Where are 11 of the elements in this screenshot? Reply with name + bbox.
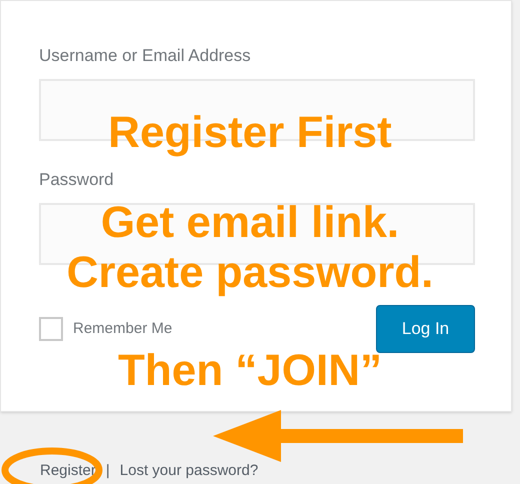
link-separator: | [106, 461, 110, 481]
login-button[interactable]: Log In [376, 305, 475, 353]
arrow-icon [213, 410, 465, 462]
remember-checkbox[interactable] [39, 317, 63, 341]
annotation-text: Get email link. [100, 200, 400, 246]
remember-label: Remember Me [73, 318, 172, 339]
annotation-text: Register First [108, 110, 392, 156]
annotation-text: Create password. [66, 250, 434, 296]
field-label: Password [39, 169, 115, 191]
field-label: Username or Email Address [39, 45, 252, 67]
lost-password-link[interactable]: Lost your password? [120, 460, 258, 482]
